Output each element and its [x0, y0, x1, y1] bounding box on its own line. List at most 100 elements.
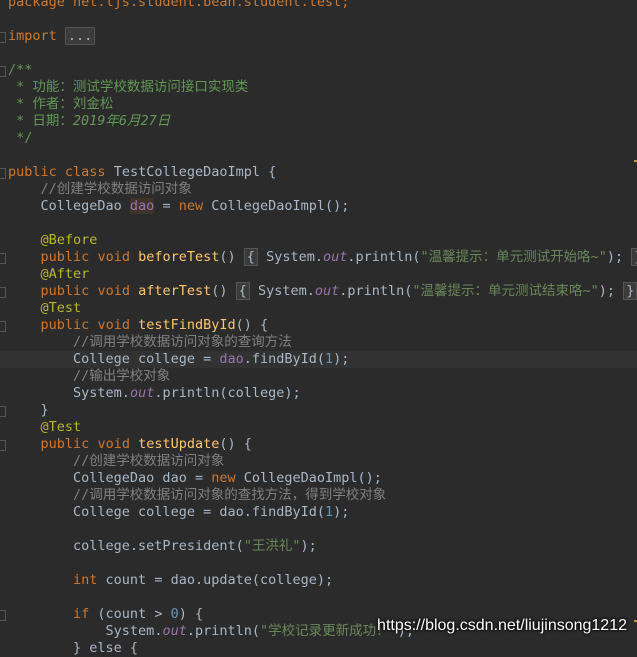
fold-close[interactable]: } — [623, 282, 637, 300]
doc-comment-function: * 功能：测试学校数据访问接口实现类 — [8, 79, 249, 95]
code-line[interactable]: @After — [0, 266, 637, 283]
comment: //输出学校对象 — [73, 368, 171, 384]
code-line[interactable]: @Test — [0, 419, 637, 436]
close-brace: } — [40, 402, 49, 418]
code-line[interactable] — [0, 11, 637, 28]
code-line[interactable]: //输出学校对象 — [0, 368, 637, 385]
println-call: .println( — [339, 283, 413, 299]
code-line[interactable]: @Before — [0, 232, 637, 249]
println-college: System.out.println(college); — [73, 385, 301, 401]
doc-comment-date: 2019年6月27日 — [72, 113, 171, 129]
fold-marker-icon[interactable] — [0, 253, 6, 264]
fold-marker-icon[interactable] — [0, 406, 6, 417]
parens: () — [211, 283, 228, 299]
if-condition-close: ) { — [178, 606, 204, 622]
doc-comment-date-prefix: * 日期： — [8, 113, 73, 129]
code-line[interactable]: * 作者：刘金松 — [0, 96, 637, 113]
doc-comment-open: /** — [8, 62, 33, 78]
code-line[interactable] — [0, 147, 637, 164]
fold-marker-icon[interactable] — [0, 610, 6, 621]
statement-end: ); — [333, 504, 350, 520]
code-editor[interactable]: package net.ljs.student.bean.student.tes… — [0, 0, 637, 657]
field-dao: dao — [219, 351, 244, 367]
comment: //调用学校数据访问对象的查找方法，得到学校对象 — [73, 487, 387, 503]
code-line[interactable]: //创建学校数据访问对象 — [0, 453, 637, 470]
code-line[interactable]: public void beforeTest() { System.out.pr… — [0, 248, 637, 266]
code-line[interactable]: public void afterTest() { System.out.pri… — [0, 282, 637, 300]
code-line[interactable]: import ... — [0, 27, 637, 45]
fold-marker-icon[interactable] — [0, 287, 6, 298]
code-line[interactable]: int count = dao.update(college); — [0, 572, 637, 589]
code-line[interactable]: college.setPresident("王洪礼"); — [0, 538, 637, 555]
code-line[interactable]: System.out.println(college); — [0, 385, 637, 402]
fold-close[interactable]: } — [631, 248, 637, 266]
code-line[interactable]: * 日期：2019年6月27日 — [0, 113, 637, 130]
package-statement: package net.ljs.student.bean.student.tes… — [8, 0, 350, 10]
statement-end: ); — [333, 351, 350, 367]
keyword: public — [8, 164, 57, 180]
code-line[interactable]: } else { — [0, 640, 637, 657]
find-call: .findById( — [243, 351, 326, 367]
count-declaration: count = dao.update(college); — [97, 572, 334, 588]
system-ref: System. — [266, 249, 323, 265]
fold-open[interactable]: { — [243, 248, 258, 266]
fold-marker-icon[interactable] — [0, 168, 6, 179]
keyword: void — [97, 249, 130, 265]
println-call: .println( — [186, 623, 260, 639]
code-line[interactable] — [0, 45, 637, 62]
parens: () — [219, 249, 236, 265]
statement-end: ); — [300, 538, 317, 554]
code-line[interactable]: public class TestCollegeDaoImpl { — [0, 164, 637, 181]
code-line[interactable]: //调用学校数据访问对象的查找方法，得到学校对象 — [0, 487, 637, 504]
code-line[interactable] — [0, 589, 637, 606]
code-line[interactable]: CollegeDao dao = new CollegeDaoImpl(); — [0, 198, 637, 215]
code-line[interactable]: /** — [0, 62, 637, 79]
static-field-out: out — [162, 623, 187, 639]
string-literal: "王洪礼" — [243, 538, 301, 554]
method-test-find-by-id: testFindById — [138, 317, 236, 333]
doc-comment-author: * 作者：刘金松 — [8, 96, 114, 112]
keyword: public — [40, 283, 90, 299]
field-dao: dao — [129, 198, 155, 214]
annotation-test: @Test — [40, 419, 82, 435]
constructor-call: CollegeDaoImpl(); — [203, 198, 350, 214]
code-line[interactable]: public void testFindById() { — [0, 317, 637, 334]
local-declaration: College college = — [73, 351, 220, 367]
code-line[interactable]: @Test — [0, 300, 637, 317]
code-line[interactable]: //创建学校数据访问对象 — [0, 181, 637, 198]
keyword: void — [97, 317, 130, 333]
code-line[interactable]: College college = dao.findById(1); — [0, 504, 637, 521]
code-line[interactable] — [0, 521, 637, 538]
fold-marker-icon[interactable] — [0, 32, 6, 43]
local-declaration: CollegeDao dao = — [73, 470, 212, 486]
parens: () — [235, 317, 252, 333]
method-test-update: testUpdate — [138, 436, 220, 452]
method-before-test: beforeTest — [138, 249, 220, 265]
open-brace: { — [251, 317, 269, 333]
code-line[interactable]: public void testUpdate() { — [0, 436, 637, 453]
parens: () — [219, 436, 236, 452]
code-line[interactable]: //调用学校数据访问对象的查询方法 — [0, 334, 637, 351]
code-line[interactable] — [0, 555, 637, 572]
code-line[interactable]: CollegeDao dao = new CollegeDaoImpl(); — [0, 470, 637, 487]
keyword: void — [97, 436, 130, 452]
string-literal: "温馨提示：单元测试结束咯~" — [412, 283, 599, 299]
fold-open[interactable]: { — [235, 282, 250, 300]
fold-marker-icon[interactable] — [0, 321, 6, 332]
statement-end: ); — [606, 249, 624, 265]
else-clause: } else { — [73, 640, 139, 656]
code-line[interactable] — [0, 215, 637, 232]
code-line[interactable]: */ — [0, 130, 637, 147]
code-line[interactable]: } — [0, 402, 637, 419]
code-line[interactable]: * 功能：测试学校数据访问接口实现类 — [0, 79, 637, 96]
fold-marker-icon[interactable] — [0, 440, 6, 451]
set-president-call: college.setPresident( — [73, 538, 244, 554]
current-code-line[interactable]: College college = dao.findById(1); — [0, 351, 637, 368]
keyword: void — [97, 283, 130, 299]
if-condition: (count > — [89, 606, 171, 622]
number-literal: 1 — [325, 351, 334, 367]
method-after-test: afterTest — [138, 283, 212, 299]
code-line[interactable]: package net.ljs.student.bean.student.tes… — [0, 0, 637, 11]
import-fold[interactable]: ... — [64, 27, 96, 45]
fold-marker-icon[interactable] — [0, 66, 6, 77]
